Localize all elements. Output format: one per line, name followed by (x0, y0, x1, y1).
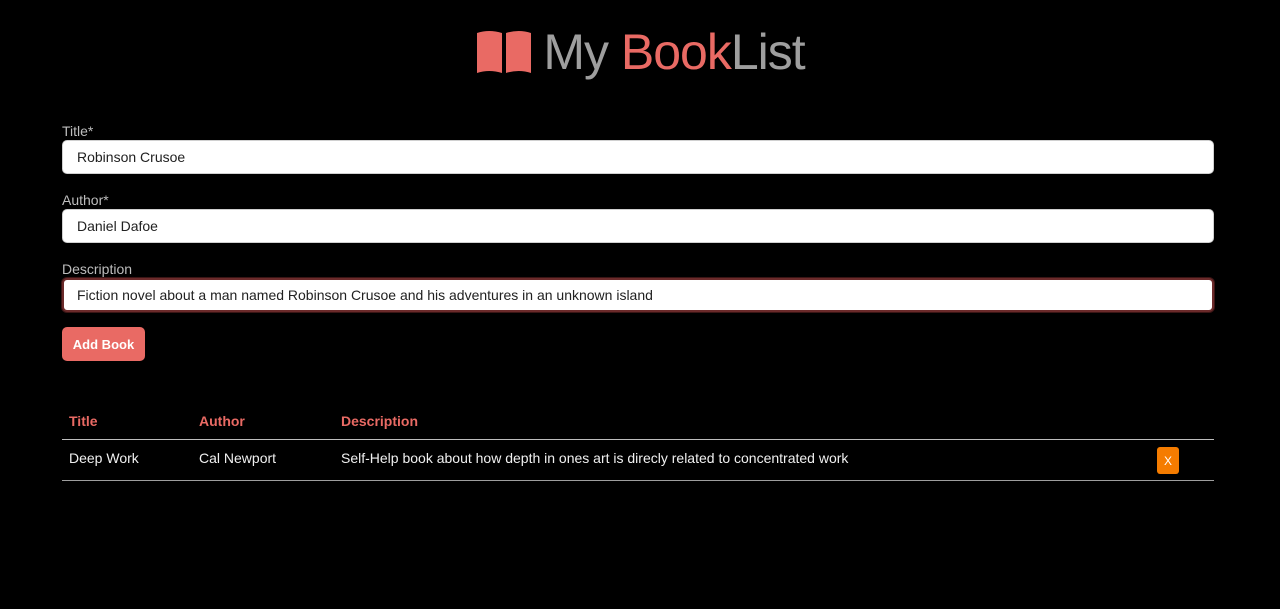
header: My BookList (0, 24, 1280, 80)
description-field-group: Description (62, 260, 1214, 312)
cell-description: Self-Help book about how depth in ones a… (334, 439, 1150, 481)
title-input[interactable] (62, 140, 1214, 174)
page: My BookList Title* Author* Description A… (0, 0, 1280, 609)
logo: My BookList (475, 24, 806, 80)
cell-action: X (1150, 439, 1214, 481)
logo-text-book: Book (620, 24, 732, 80)
title-label: Title* (62, 123, 94, 139)
book-table: Title Author Description Deep Work Cal N… (62, 402, 1214, 481)
title-field-group: Title* (62, 122, 1214, 174)
column-header-action (1150, 402, 1214, 440)
add-book-button[interactable]: Add Book (62, 327, 145, 361)
delete-book-button[interactable]: X (1157, 447, 1179, 474)
column-header-author: Author (192, 402, 334, 440)
author-input[interactable] (62, 209, 1214, 243)
cell-author: Cal Newport (192, 439, 334, 481)
author-label: Author* (62, 192, 109, 208)
logo-text-list: List (730, 24, 806, 80)
column-header-title: Title (62, 402, 192, 440)
table-row: Deep Work Cal Newport Self-Help book abo… (62, 439, 1214, 481)
description-label: Description (62, 261, 133, 277)
author-field-group: Author* (62, 191, 1214, 243)
open-book-icon (477, 31, 532, 73)
description-input[interactable] (62, 278, 1214, 312)
app-title: My BookList (543, 24, 806, 80)
table-header-row: Title Author Description (62, 402, 1214, 440)
column-header-description: Description (334, 402, 1150, 440)
logo-text-my: My (543, 24, 621, 80)
cell-title: Deep Work (62, 439, 192, 481)
